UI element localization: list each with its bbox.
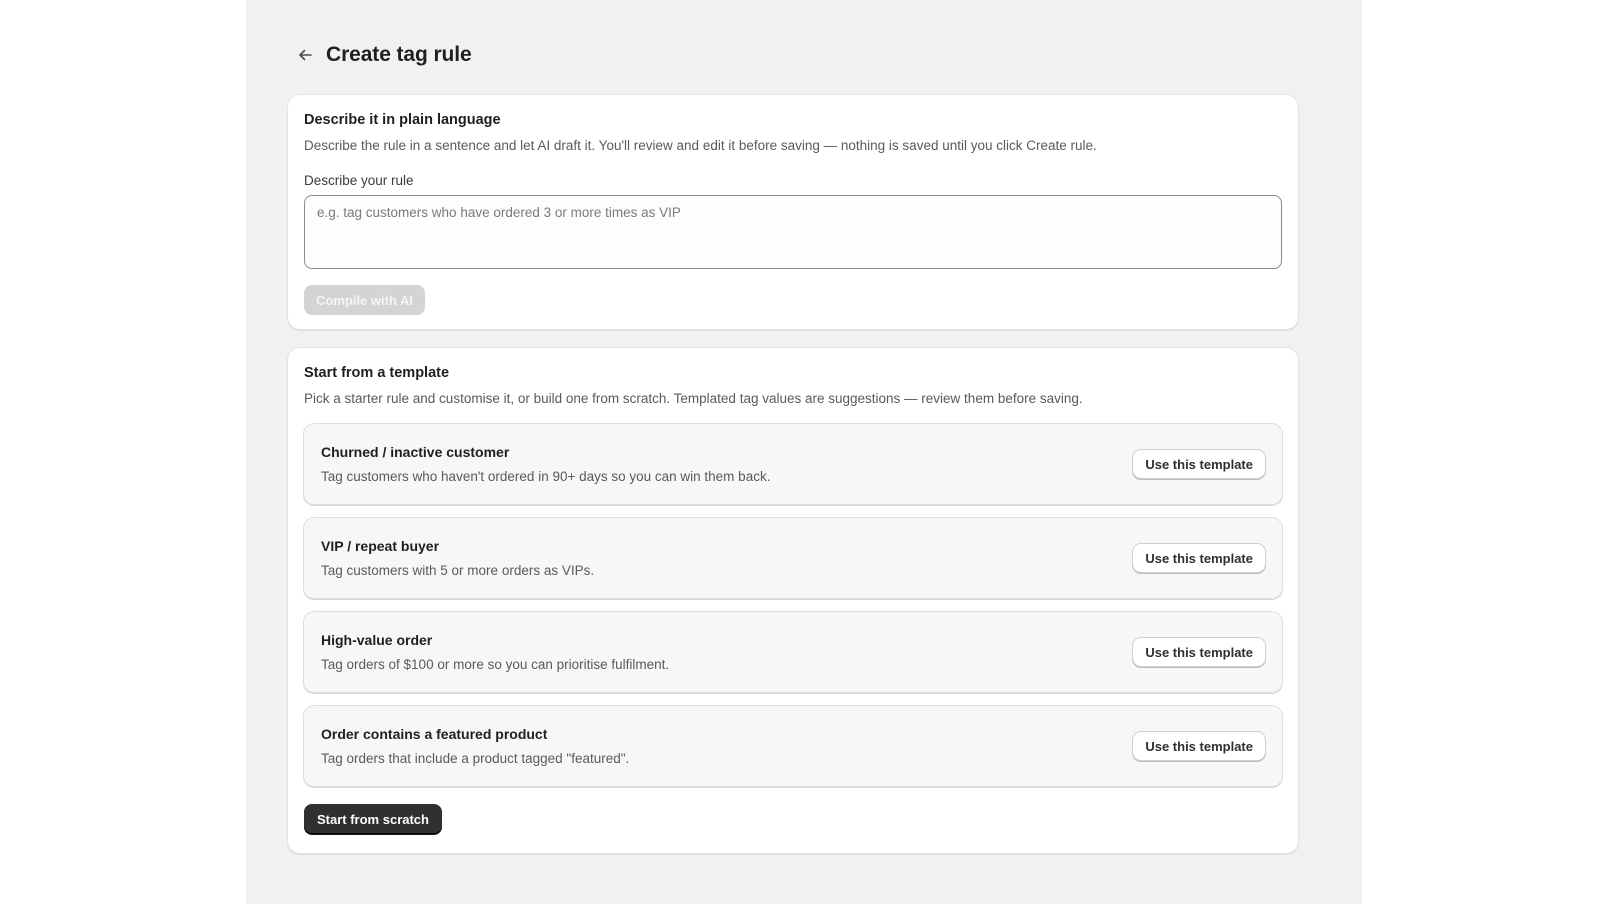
back-button[interactable] — [292, 42, 318, 68]
template-title: VIP / repeat buyer — [321, 538, 440, 554]
use-template-button-high-value[interactable]: Use this template — [1133, 638, 1265, 666]
template-description: Tag orders that include a product tagged… — [321, 751, 630, 766]
template-title: High-value order — [321, 632, 433, 648]
rule-description-input[interactable] — [304, 195, 1282, 269]
page-header: Create tag rule — [292, 40, 472, 70]
ai-card-description: Describe the rule in a sentence and let … — [304, 138, 1097, 153]
template-description: Tag customers with 5 or more orders as V… — [321, 563, 595, 578]
arrow-left-icon — [299, 49, 312, 61]
template-title: Churned / inactive customer — [321, 444, 510, 460]
compile-with-ai-button[interactable]: Compile with AI — [304, 285, 426, 315]
templates-card: Start from a template Pick a starter rul… — [288, 348, 1298, 853]
ai-describe-card: Describe it in plain language Describe t… — [288, 95, 1298, 329]
templates-card-description: Pick a starter rule and customise it, or… — [304, 391, 1083, 406]
template-title: Order contains a featured product — [321, 726, 548, 742]
template-item-high-value: High-value order Tag orders of $100 or m… — [304, 612, 1282, 692]
template-description: Tag orders of $100 or more so you can pr… — [321, 657, 670, 672]
start-from-scratch-button[interactable]: Start from scratch — [304, 804, 442, 834]
template-list: Churned / inactive customer Tag customer… — [304, 424, 1282, 786]
page-title: Create tag rule — [326, 43, 472, 66]
template-description: Tag customers who haven't ordered in 90+… — [321, 469, 771, 484]
use-template-button-featured-product[interactable]: Use this template — [1133, 732, 1265, 760]
template-item-vip: VIP / repeat buyer Tag customers with 5 … — [304, 518, 1282, 598]
template-item-churned: Churned / inactive customer Tag customer… — [304, 424, 1282, 504]
ai-card-heading: Describe it in plain language — [304, 112, 501, 128]
use-template-button-vip[interactable]: Use this template — [1133, 544, 1265, 572]
templates-card-heading: Start from a template — [304, 365, 450, 381]
app-frame: Create tag rule Describe it in plain lan… — [246, 0, 1362, 904]
use-template-button-churned[interactable]: Use this template — [1133, 450, 1265, 478]
template-item-featured-product: Order contains a featured product Tag or… — [304, 706, 1282, 786]
rule-description-label: Describe your rule — [304, 173, 414, 188]
